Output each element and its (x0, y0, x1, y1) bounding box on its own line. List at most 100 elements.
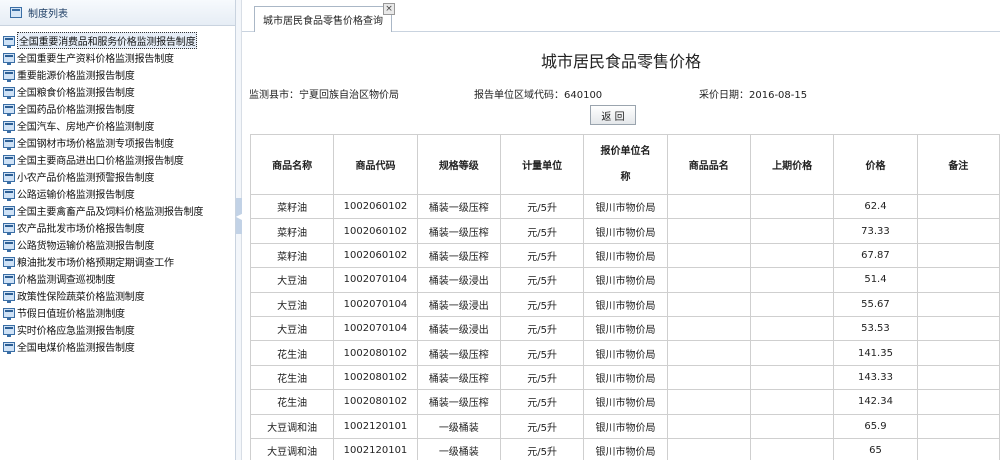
header-product-name: 商品名称 (249, 134, 335, 195)
sidebar-item-label: 价格监测调查巡视制度 (17, 275, 115, 286)
cell-spec-grade: 桶装一级压榨 (416, 364, 501, 391)
sidebar-item-label: 全国重要生产资料价格监测报告制度 (17, 54, 174, 65)
cell-product-code: 1002060102 (333, 242, 418, 269)
region-code: 报告单位区域代码：640100 (474, 90, 603, 101)
cell-unit: 元/5升 (499, 291, 585, 317)
cell-price: 65.9 (833, 413, 918, 439)
sidebar-item[interactable]: 粮油批发市场价格预期定期调查工作 (0, 253, 235, 270)
cell-product-name: 菜籽油 (249, 218, 335, 244)
sidebar-item[interactable]: 小农产品价格监测预警报告制度 (0, 168, 235, 185)
cell-product-code: 1002080102 (333, 340, 418, 366)
cell-price: 73.33 (833, 218, 918, 244)
sidebar-item[interactable]: 农产品批发市场价格报告制度 (0, 219, 235, 236)
cell-product-code: 1002070104 (333, 315, 418, 342)
header-product-code: 商品代码 (333, 134, 418, 195)
header-previous-price: 上期价格 (749, 134, 835, 195)
cell-price: 65 (833, 437, 918, 460)
cell-previous-price (749, 193, 835, 220)
sidebar-item[interactable]: 节假日值班价格监测制度 (0, 304, 235, 321)
cell-remarks (916, 218, 1000, 244)
cell-reporter: 银川市物价局 (583, 193, 668, 220)
cell-reporter: 银川市物价局 (583, 291, 668, 317)
cell-product-name: 大豆油 (249, 267, 335, 293)
table-row: 花生油 1002080102 桶装一级压榨 元/5升 银川市物价局 142.34 (249, 389, 1000, 415)
sidebar-item[interactable]: 公路货物运输价格监测报告制度 (0, 236, 235, 253)
cell-variety (666, 389, 751, 415)
cell-variety (666, 218, 751, 244)
sidebar-item-label: 农产品批发市场价格报告制度 (17, 224, 145, 235)
sidebar-list: 全国重要消费品和服务价格监测报告制度全国重要生产资料价格监测报告制度 重要能源价格… (0, 26, 235, 355)
back-button[interactable]: 返 回 (590, 105, 636, 125)
cell-remarks (916, 193, 1000, 220)
sidebar-item[interactable]: 全国电煤价格监测报告制度 (0, 338, 235, 355)
cell-variety (666, 437, 751, 460)
cell-unit: 元/5升 (499, 193, 585, 220)
cell-product-name: 花生油 (249, 389, 335, 415)
cell-spec-grade: 一级桶装 (416, 413, 501, 439)
cell-previous-price (749, 340, 835, 366)
cell-spec-grade: 桶装一级浸出 (416, 315, 501, 342)
cell-unit: 元/5升 (499, 218, 585, 244)
sidebar-item-label: 全国主要商品进出口价格监测报告制度 (17, 156, 184, 167)
sidebar-item[interactable]: 全国主要禽畜产品及饲料价格监测报告制度 (0, 202, 235, 219)
cell-spec-grade: 桶装一级浸出 (416, 291, 501, 317)
sidebar-item[interactable]: 全国重要生产资料价格监测报告制度 (0, 49, 235, 66)
cell-remarks (916, 389, 1000, 415)
cell-price: 51.4 (833, 267, 918, 293)
cell-product-name: 大豆油 (249, 291, 335, 317)
sidebar-title: 制度列表 (28, 9, 68, 20)
content-area: 城市居民食品零售价格 监测县市：宁夏回族自治区物价局 报告单位区域代码：6401… (242, 33, 1000, 460)
cell-variety (666, 413, 751, 439)
table-header-row: 商品名称 商品代码 规格等级 计量单位 报价单位名称 商品品名 上期价格 价格 … (249, 134, 1000, 195)
sidebar-item[interactable]: 全国钢材市场价格监测专项报告制度 (0, 134, 235, 151)
cell-product-code: 1002060102 (333, 193, 418, 220)
cell-product-code: 1002120101 (333, 437, 418, 460)
monitor-icon (3, 324, 15, 337)
cell-remarks (916, 267, 1000, 293)
cell-product-name: 大豆油 (249, 315, 335, 342)
cell-product-name: 大豆调和油 (249, 437, 335, 460)
sidebar-item-label: 政策性保险蔬菜价格监测制度 (17, 292, 145, 303)
table-row: 大豆油 1002070104 桶装一级浸出 元/5升 银川市物价局 51.4 (249, 267, 1000, 293)
cell-variety (666, 267, 751, 293)
cell-spec-grade: 桶装一级浸出 (416, 267, 501, 293)
cell-product-code: 1002080102 (333, 389, 418, 415)
table-row: 大豆油 1002070104 桶装一级浸出 元/5升 银川市物价局 53.53 (249, 315, 1000, 342)
cell-variety (666, 315, 751, 342)
sidebar-item[interactable]: 重要能源价格监测报告制度 (0, 66, 235, 83)
sidebar-item[interactable]: 全国药品价格监测报告制度 (0, 100, 235, 117)
cell-previous-price (749, 218, 835, 244)
monitor-icon (3, 103, 15, 116)
cell-reporter: 银川市物价局 (583, 364, 668, 391)
sidebar-item[interactable]: 政策性保险蔬菜价格监测制度 (0, 287, 235, 304)
sidebar-item[interactable]: 全国汽车、房地产价格监测制度 (0, 117, 235, 134)
table-body: 菜籽油 1002060102 桶装一级压榨 元/5升 银川市物价局 62.4 菜籽油 1002… (249, 193, 1000, 460)
cell-spec-grade: 桶装一级压榨 (416, 389, 501, 415)
sidebar-item[interactable]: 全国主要商品进出口价格监测报告制度 (0, 151, 235, 168)
cell-price: 55.67 (833, 291, 918, 317)
cell-previous-price (749, 364, 835, 391)
cell-reporter: 银川市物价局 (583, 267, 668, 293)
sidebar-item[interactable]: 全国粮食价格监测报告制度 (0, 83, 235, 100)
table-row: 菜籽油 1002060102 桶装一级压榨 元/5升 银川市物价局 62.4 (249, 193, 1000, 220)
sidebar-item[interactable]: 价格监测调查巡视制度 (0, 270, 235, 287)
table-row: 花生油 1002080102 桶装一级压榨 元/5升 银川市物价局 141.35 (249, 340, 1000, 366)
main-panel: 城市居民食品零售价格查询 × 城市居民食品零售价格 监测县市：宁夏回族自治区物价… (242, 0, 1000, 460)
sidebar-item[interactable]: 实时价格应急监测报告制度 (0, 321, 235, 338)
sidebar-item-label: 小农产品价格监测预警报告制度 (17, 173, 155, 184)
table-row: 菜籽油 1002060102 桶装一级压榨 元/5升 银川市物价局 67.87 (249, 242, 1000, 269)
sidebar-item-label: 全国粮食价格监测报告制度 (17, 88, 135, 99)
cell-product-name: 花生油 (249, 340, 335, 366)
cell-spec-grade: 桶装一级压榨 (416, 193, 501, 220)
tab-price-query[interactable]: 城市居民食品零售价格查询 (254, 6, 392, 32)
sidebar-item-label: 实时价格应急监测报告制度 (17, 326, 135, 337)
header-reporter: 报价单位名称 (583, 134, 668, 195)
cell-previous-price (749, 413, 835, 439)
cell-unit: 元/5升 (499, 267, 585, 293)
sidebar-item[interactable]: 公路运输价格监测报告制度 (0, 185, 235, 202)
table-row: 大豆调和油 1002120101 一级桶装 元/5升 银川市物价局 65 (249, 437, 1000, 460)
sidebar-item-label: 全国主要禽畜产品及饲料价格监测报告制度 (17, 207, 204, 218)
cell-product-name: 大豆调和油 (249, 413, 335, 439)
sidebar-item[interactable]: 全国重要消费品和服务价格监测报告制度 (0, 32, 235, 49)
close-icon[interactable]: × (383, 3, 395, 15)
